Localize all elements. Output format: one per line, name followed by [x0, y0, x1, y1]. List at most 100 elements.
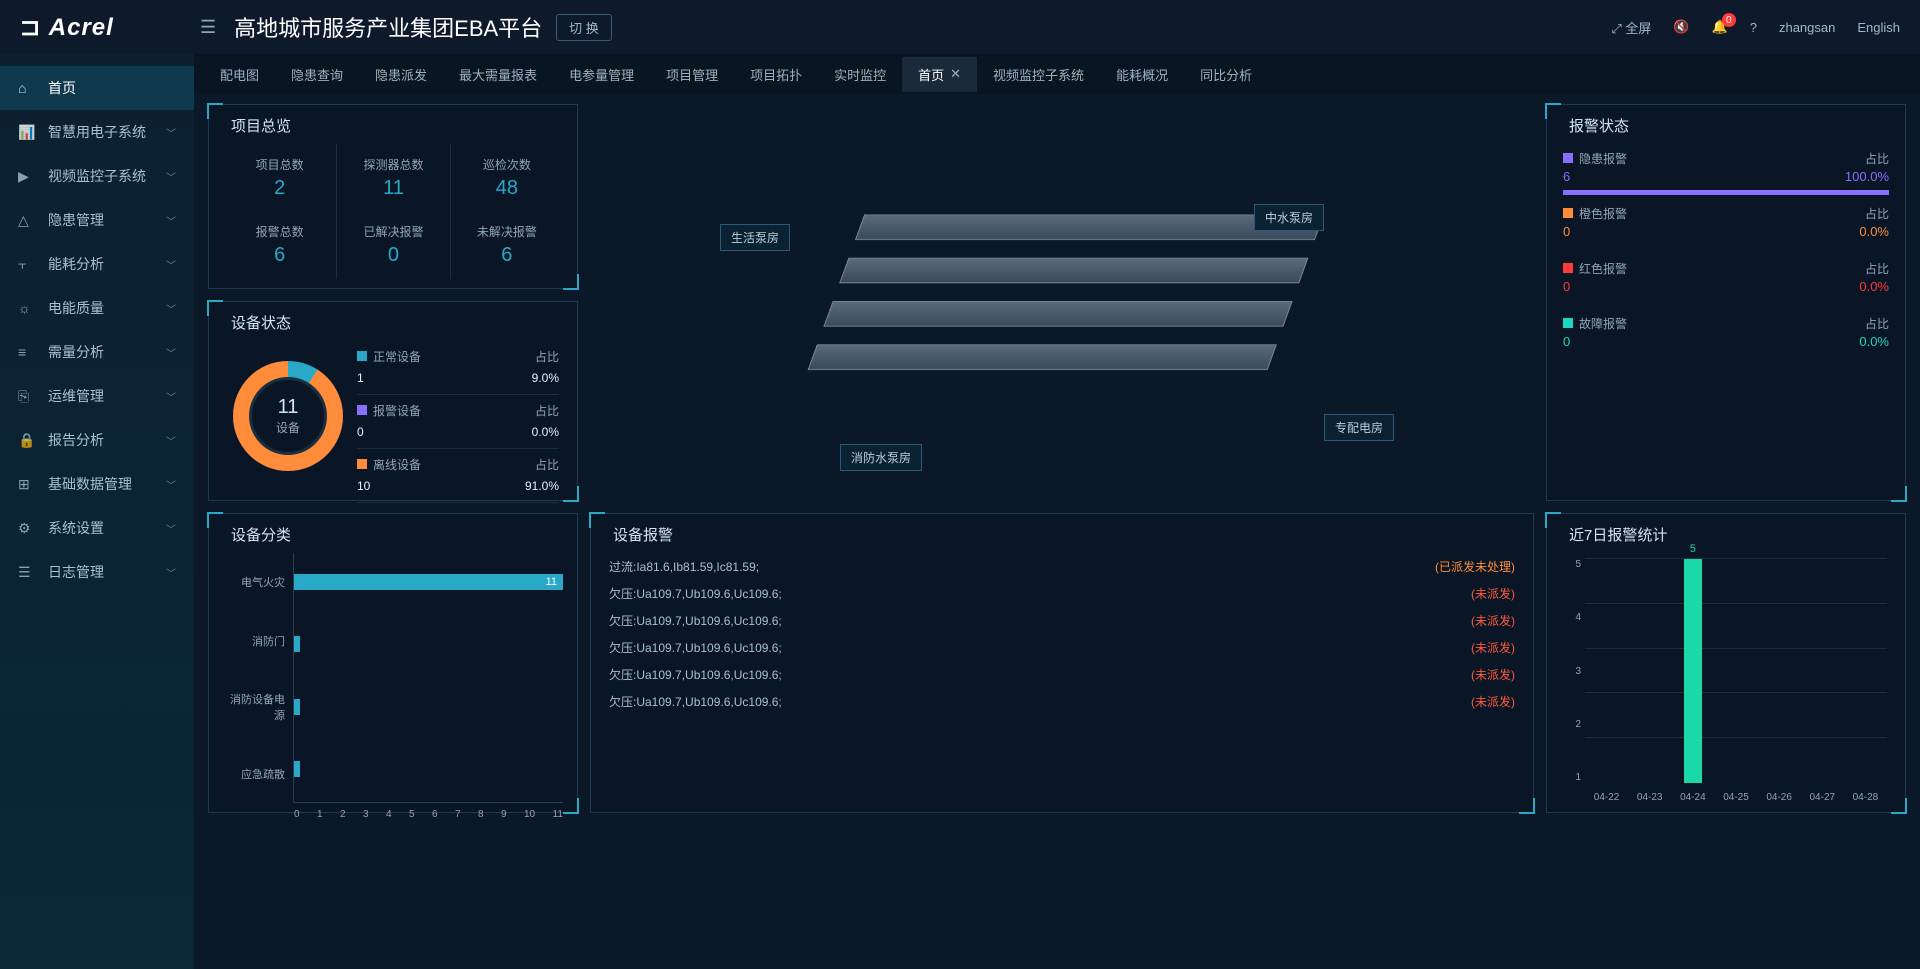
sidebar-item-2[interactable]: ▶视频监控子系统﹀: [0, 154, 194, 198]
fullscreen-button[interactable]: ⤢ 全屏: [1611, 18, 1651, 37]
tab-item[interactable]: 首页 ✕: [902, 57, 977, 92]
tab-item[interactable]: 能耗概况: [1100, 57, 1184, 92]
tab-label: 能耗概况: [1116, 68, 1168, 83]
sidebar-item-8[interactable]: 🔒报告分析﹀: [0, 418, 194, 462]
chevron-down-icon: ﹀: [166, 257, 176, 272]
device-alarm-panel: 设备报警 过流:Ia81.6,Ib81.59,Ic81.59;(已派发未处理) 欠…: [590, 513, 1534, 813]
sidebar-item-7[interactable]: ⎘运维管理﹀: [0, 374, 194, 418]
sidebar-label: 隐患管理: [48, 210, 104, 230]
logo: Acrel: [20, 13, 200, 42]
volume-icon[interactable]: 🔇: [1673, 19, 1689, 35]
tab-item[interactable]: 隐患查询: [275, 57, 359, 92]
alarm-status: (未派发): [1471, 666, 1515, 683]
sidebar-icon: 📊: [18, 124, 36, 141]
device-status-row-val: 00.0%: [357, 422, 559, 442]
tab-label: 配电图: [220, 68, 259, 83]
tab-item[interactable]: 视频监控子系统: [977, 57, 1100, 92]
overview-value: 11: [383, 177, 404, 200]
marker-life-pump[interactable]: 生活泵房: [720, 224, 790, 251]
sidebar-label: 基础数据管理: [48, 474, 132, 494]
sidebar-item-5[interactable]: ☼电能质量﹀: [0, 286, 194, 330]
tab-item[interactable]: 实时监控: [818, 57, 902, 92]
tab-label: 隐患查询: [291, 68, 343, 83]
alarm-message: 欠压:Ua109.7,Ub109.6,Uc109.6;: [609, 612, 782, 629]
alarm-row[interactable]: 过流:Ia81.6,Ib81.59,Ic81.59;(已派发未处理): [605, 553, 1519, 580]
category-label: 消防设备电源: [223, 691, 285, 723]
overview-label: 巡检次数: [483, 156, 531, 173]
chevron-down-icon: ﹀: [166, 169, 176, 184]
sidebar-item-10[interactable]: ⚙系统设置﹀: [0, 506, 194, 550]
overview-cell: 项目总数2: [223, 144, 336, 212]
building-3d-view[interactable]: 生活泵房 中水泵房 专配电房 消防水泵房: [590, 104, 1534, 501]
alarm-row[interactable]: 欠压:Ua109.7,Ub109.6,Uc109.6; (未派发): [605, 607, 1519, 634]
building-model: [800, 214, 1325, 391]
overview-cell: 探测器总数 11: [336, 144, 449, 212]
panel-title: 设备报警: [605, 524, 1519, 545]
panel-title: 设备状态: [223, 312, 563, 333]
alarm-message: 过流:Ia81.6,Ib81.59,Ic81.59;: [609, 558, 759, 575]
tab-label: 最大需量报表: [459, 68, 537, 83]
sidebar-item-4[interactable]: ⫟能耗分析﹀: [0, 242, 194, 286]
help-icon[interactable]: ?: [1750, 20, 1757, 35]
overview-cell: 巡检次数48: [450, 144, 563, 212]
alarm-message: 欠压:Ua109.7,Ub109.6,Uc109.6;: [609, 666, 782, 683]
alarm-message: 欠压:Ua109.7,Ub109.6,Uc109.6;: [609, 693, 782, 710]
category-bar: [294, 699, 300, 715]
sidebar-item-9[interactable]: ⊞基础数据管理﹀: [0, 462, 194, 506]
bell-icon[interactable]: 🔔0: [1712, 19, 1728, 35]
close-icon[interactable]: ✕: [950, 66, 961, 82]
donut-total: 11: [278, 396, 299, 419]
menu-toggle-icon[interactable]: ☰: [200, 17, 216, 38]
alarm-row[interactable]: 欠压:Ua109.7,Ub109.6,Uc109.6;(未派发): [605, 688, 1519, 715]
alarm-row[interactable]: 欠压:Ua109.7,Ub109.6,Uc109.6;(未派发): [605, 580, 1519, 607]
tab-item[interactable]: 电参量管理: [553, 57, 650, 92]
switch-button[interactable]: 切 换: [556, 14, 612, 41]
bell-badge: 0: [1722, 13, 1736, 27]
sidebar-icon: ⚙: [18, 520, 36, 537]
tab-item[interactable]: 配电图: [204, 57, 275, 92]
overview-label: 探测器总数: [363, 156, 423, 173]
tab-label: 隐患派发: [375, 68, 427, 83]
chevron-down-icon: ﹀: [166, 389, 176, 404]
chevron-down-icon: ﹀: [166, 213, 176, 228]
panel-title: 报警状态: [1561, 115, 1891, 136]
chevron-down-icon: ﹀: [166, 301, 176, 316]
device-donut-chart: 11 设备: [223, 341, 353, 491]
sidebar-label: 运维管理: [48, 386, 104, 406]
device-status-row-val: 1091.0%: [357, 476, 559, 496]
category-bar: [294, 636, 300, 652]
overview-value: 0: [388, 244, 399, 267]
alarm-status: (未派发): [1471, 639, 1515, 656]
device-status-row-val: 19.0%: [357, 368, 559, 388]
alarm-row[interactable]: 欠压:Ua109.7,Ub109.6,Uc109.6; (未派发): [605, 634, 1519, 661]
tab-label: 视频监控子系统: [993, 68, 1084, 83]
alarm-status: (未派发): [1471, 612, 1515, 629]
alarm-row[interactable]: 欠压:Ua109.7,Ub109.6,Uc109.6; (未派发): [605, 661, 1519, 688]
sidebar: ⌂首页📊智慧用电子系统﹀▶视频监控子系统﹀△隐患管理﹀⫟能耗分析﹀☼电能质量﹀≡…: [0, 54, 194, 969]
tab-item[interactable]: 最大需量报表: [443, 57, 553, 92]
marker-fire-pump[interactable]: 消防水泵房: [840, 444, 922, 471]
category-bar: [294, 761, 300, 777]
sidebar-item-6[interactable]: ≡需量分析﹀: [0, 330, 194, 374]
marker-power-room[interactable]: 专配电房: [1324, 414, 1394, 441]
sidebar-item-11[interactable]: ☰日志管理﹀: [0, 550, 194, 594]
sidebar-item-1[interactable]: 📊智慧用电子系统﹀: [0, 110, 194, 154]
marker-mid-water[interactable]: 中水泵房: [1254, 204, 1324, 231]
sidebar-label: 报告分析: [48, 430, 104, 450]
tab-item[interactable]: 项目拓扑: [734, 57, 818, 92]
sidebar-item-3[interactable]: △隐患管理﹀: [0, 198, 194, 242]
overview-value: 2: [274, 177, 285, 200]
tab-item[interactable]: 隐患派发: [359, 57, 443, 92]
overview-label: 未解决报警: [477, 223, 537, 240]
alarm-state-row: 红色报警占比 00.0%: [1561, 254, 1891, 309]
sidebar-icon: ☰: [18, 564, 36, 581]
header: Acrel ☰ 高地城市服务产业集团EBA平台 切 换 ⤢ 全屏 🔇 🔔0 ? …: [0, 0, 1920, 54]
sidebar-label: 能耗分析: [48, 254, 104, 274]
tabs: 配电图 隐患查询 隐患派发 最大需量报表 电参量管理项目管理项目拓扑实时监控首页 ✕ 视频…: [194, 54, 1920, 94]
sidebar-item-0[interactable]: ⌂首页: [0, 66, 194, 110]
language-switch[interactable]: English: [1857, 20, 1900, 35]
tab-item[interactable]: 项目管理: [650, 57, 734, 92]
tab-item[interactable]: 同比分析: [1184, 57, 1268, 92]
alarm-message: 欠压:Ua109.7,Ub109.6,Uc109.6;: [609, 639, 782, 656]
user-name[interactable]: zhangsan: [1779, 20, 1835, 35]
